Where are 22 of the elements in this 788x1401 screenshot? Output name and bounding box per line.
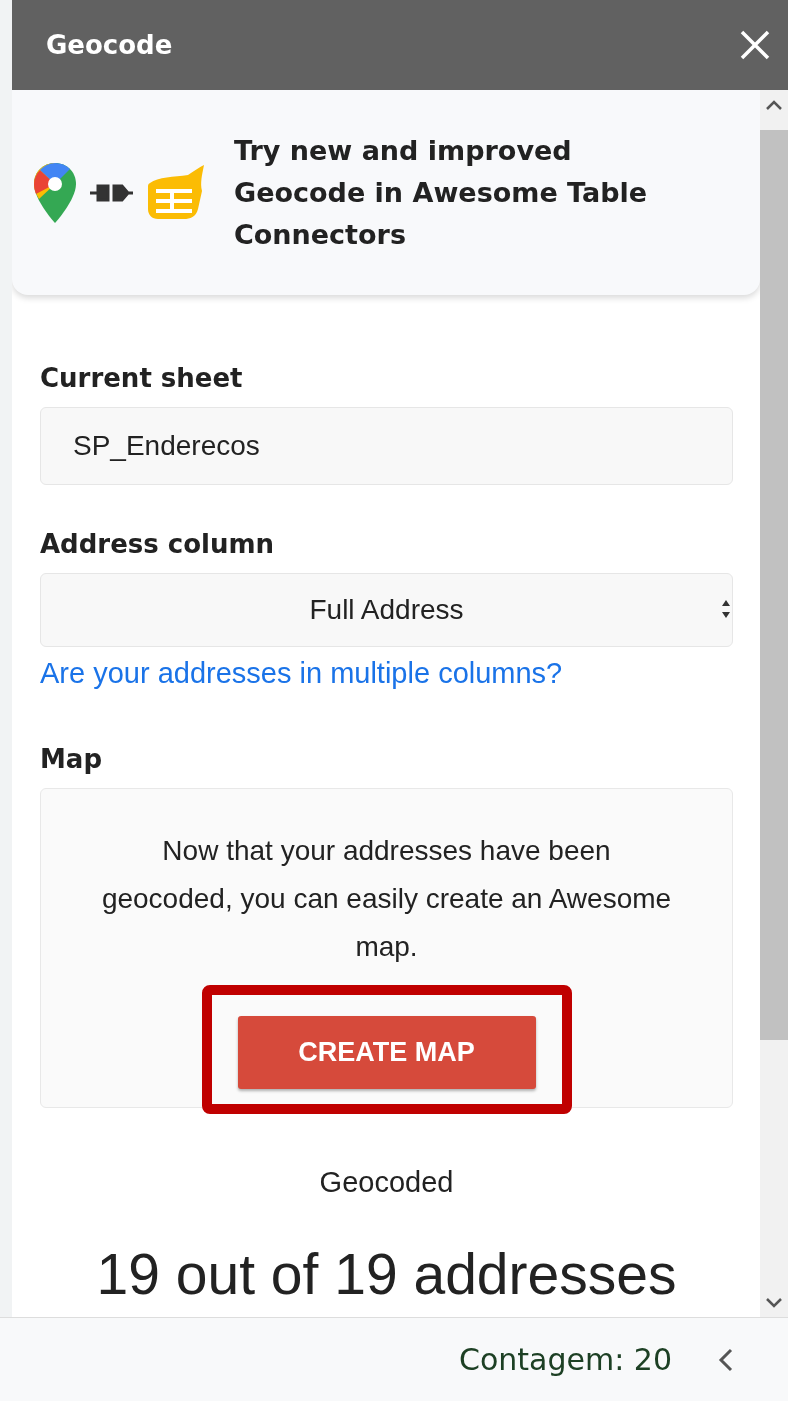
scrollbar[interactable] <box>760 90 788 1318</box>
map-pin-icon <box>32 160 78 225</box>
scroll-down-icon[interactable] <box>764 1296 784 1310</box>
result-value: 19 out of 19 addresses <box>95 1241 678 1307</box>
close-icon <box>740 30 770 60</box>
plug-icon <box>88 182 134 203</box>
promo-text: Try new and improved Geocode in Awesome Table Connectors <box>234 133 649 252</box>
result-label: Geocoded <box>318 1166 455 1199</box>
map-description: Now that your addresses have been geocoded, you can easily create an Awesome map. <box>100 834 673 964</box>
column-select[interactable]: Full Address <box>40 573 733 647</box>
field-label: Map <box>40 744 104 774</box>
scroll-up-icon[interactable] <box>764 98 784 112</box>
field-label: Address column <box>40 529 276 559</box>
columns-link[interactable]: Are your addresses in multiple columns? <box>40 657 733 690</box>
panel-title: Geocode <box>46 30 173 60</box>
close-button[interactable] <box>740 30 770 60</box>
count-label: Contagem: 20 <box>459 1342 672 1377</box>
scrollbar-thumb[interactable] <box>760 130 788 1040</box>
create-map-button[interactable]: CREATE MAP <box>237 1016 536 1089</box>
sheet-field[interactable]: SP_Enderecos <box>40 407 733 485</box>
promo-card[interactable]: Try new and improved Geocode in Awesome Table Connectors <box>12 90 760 295</box>
field-label: Current sheet <box>40 363 244 393</box>
